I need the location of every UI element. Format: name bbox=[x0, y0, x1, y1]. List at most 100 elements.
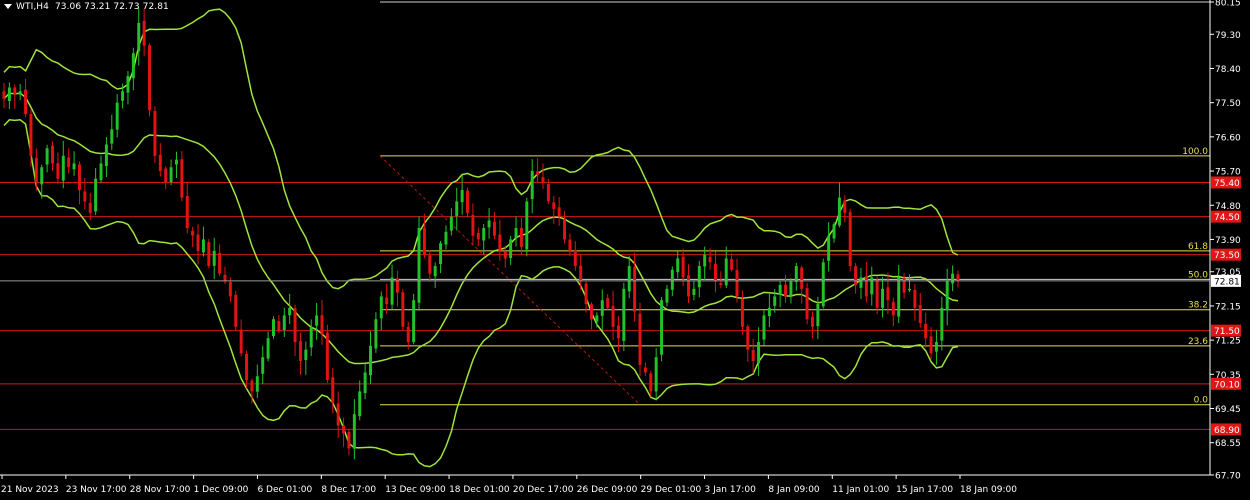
candle-body bbox=[121, 91, 125, 101]
fib-level-label: 61.8 bbox=[1188, 242, 1208, 252]
candle-body bbox=[945, 281, 949, 311]
candlesticks bbox=[2, 8, 960, 460]
candle-body bbox=[131, 53, 135, 79]
candle-body bbox=[212, 250, 216, 266]
symbol-label: WTI,H4 bbox=[16, 2, 50, 12]
candle-body bbox=[29, 114, 33, 156]
candle-body bbox=[24, 89, 28, 115]
candle-body bbox=[169, 167, 173, 182]
candle-body bbox=[320, 315, 324, 335]
candle-body bbox=[223, 274, 227, 282]
time-tick-label: 1 Dec 09:00 bbox=[194, 485, 249, 495]
candle-body bbox=[713, 263, 717, 282]
candle-body bbox=[908, 288, 911, 291]
candle-body bbox=[934, 342, 938, 352]
candle-body bbox=[654, 357, 658, 392]
time-axis[interactable]: 21 Nov 2023 23 Nov 17:00 28 Nov 17:00 1 Dec… bbox=[0, 474, 1210, 495]
candle-body bbox=[126, 76, 130, 93]
candle-body bbox=[298, 341, 302, 362]
level-price-tag-label: 68.90 bbox=[1214, 426, 1240, 436]
candle-body bbox=[816, 304, 820, 327]
candle-body bbox=[789, 281, 793, 296]
candle-body bbox=[622, 288, 626, 341]
candle-body bbox=[272, 319, 275, 337]
level-price-tag-label: 70.10 bbox=[1214, 380, 1240, 390]
candle-body bbox=[191, 230, 195, 236]
candle-body bbox=[579, 265, 583, 282]
bollinger-bands bbox=[3, 8, 959, 468]
candle-body bbox=[315, 315, 319, 326]
candle-body bbox=[369, 345, 372, 376]
candle-body bbox=[660, 300, 664, 355]
candle-body bbox=[288, 307, 292, 316]
candle-body bbox=[514, 228, 518, 238]
candle-body bbox=[881, 288, 885, 308]
candle-body bbox=[277, 321, 281, 331]
candle-body bbox=[56, 163, 60, 179]
candle-body bbox=[810, 316, 814, 327]
price-chart[interactable]: 100.0 61.8 50.0 38.2 23.6 0.0 80.15 79.30 78.40… bbox=[0, 0, 1250, 500]
level-price-tag-label: 75.40 bbox=[1214, 179, 1240, 189]
candle-body bbox=[746, 326, 750, 350]
candle-body bbox=[261, 357, 265, 374]
price-axis[interactable]: 80.15 79.30 78.40 77.50 76.60 75.70 74.80 73.90… bbox=[1209, 0, 1241, 482]
candle-body bbox=[444, 231, 448, 245]
candle-body bbox=[552, 202, 556, 210]
price-tick-label: 80.15 bbox=[1215, 0, 1241, 9]
candle-body bbox=[379, 296, 383, 319]
candle-body bbox=[374, 319, 378, 349]
candle-body bbox=[843, 200, 847, 213]
candle-body bbox=[422, 227, 426, 255]
dropdown-triangle-icon[interactable] bbox=[4, 4, 12, 9]
candle-body bbox=[115, 102, 119, 130]
candle-body bbox=[864, 276, 868, 297]
price-tick-label: 73.90 bbox=[1215, 236, 1241, 246]
candle-body bbox=[428, 255, 432, 274]
candle-body bbox=[492, 221, 496, 236]
candle-body bbox=[104, 144, 108, 167]
candle-body bbox=[633, 267, 637, 312]
candle-body bbox=[891, 301, 895, 316]
candle-body bbox=[196, 234, 200, 251]
candle-body bbox=[110, 129, 114, 144]
level-price-tag-label: 74.50 bbox=[1214, 213, 1240, 223]
candle-body bbox=[703, 254, 707, 267]
level-price-tag-label: 71.50 bbox=[1214, 327, 1240, 337]
candle-body bbox=[611, 305, 615, 327]
candle-body bbox=[293, 308, 297, 343]
candle-body bbox=[837, 197, 841, 226]
candle-body bbox=[778, 285, 782, 295]
candle-body bbox=[692, 288, 696, 296]
candle-body bbox=[342, 425, 346, 434]
candle-body bbox=[401, 292, 405, 327]
candle-body bbox=[503, 251, 507, 259]
time-tick-label: 26 Dec 09:00 bbox=[577, 485, 638, 495]
candle-body bbox=[530, 171, 534, 200]
candle-body bbox=[336, 403, 340, 426]
candle-body bbox=[563, 219, 567, 240]
candle-body bbox=[164, 168, 168, 183]
candle-body bbox=[670, 269, 674, 290]
candle-body bbox=[2, 91, 6, 99]
candle-body bbox=[854, 266, 858, 286]
candle-body bbox=[918, 305, 922, 324]
candle-body bbox=[352, 414, 356, 449]
candle-body bbox=[239, 329, 243, 354]
candle-body bbox=[870, 277, 874, 295]
candle-body bbox=[218, 252, 222, 274]
time-tick-label: 20 Dec 17:00 bbox=[513, 485, 574, 495]
candle-body bbox=[363, 372, 367, 394]
candle-body bbox=[794, 266, 798, 282]
candle-body bbox=[606, 298, 610, 308]
candle-body bbox=[347, 431, 351, 449]
time-tick-label: 11 Jan 01:00 bbox=[832, 485, 889, 495]
candle-body bbox=[924, 323, 928, 339]
candle-body bbox=[546, 183, 550, 202]
candle-body bbox=[735, 270, 739, 297]
candle-body bbox=[875, 280, 879, 308]
candle-body bbox=[708, 256, 712, 263]
candle-body bbox=[40, 167, 44, 185]
fibonacci-retracement[interactable]: 100.0 61.8 50.0 38.2 23.6 0.0 bbox=[379, 1, 1210, 406]
candle-body bbox=[228, 282, 232, 297]
candle-body bbox=[590, 304, 593, 320]
